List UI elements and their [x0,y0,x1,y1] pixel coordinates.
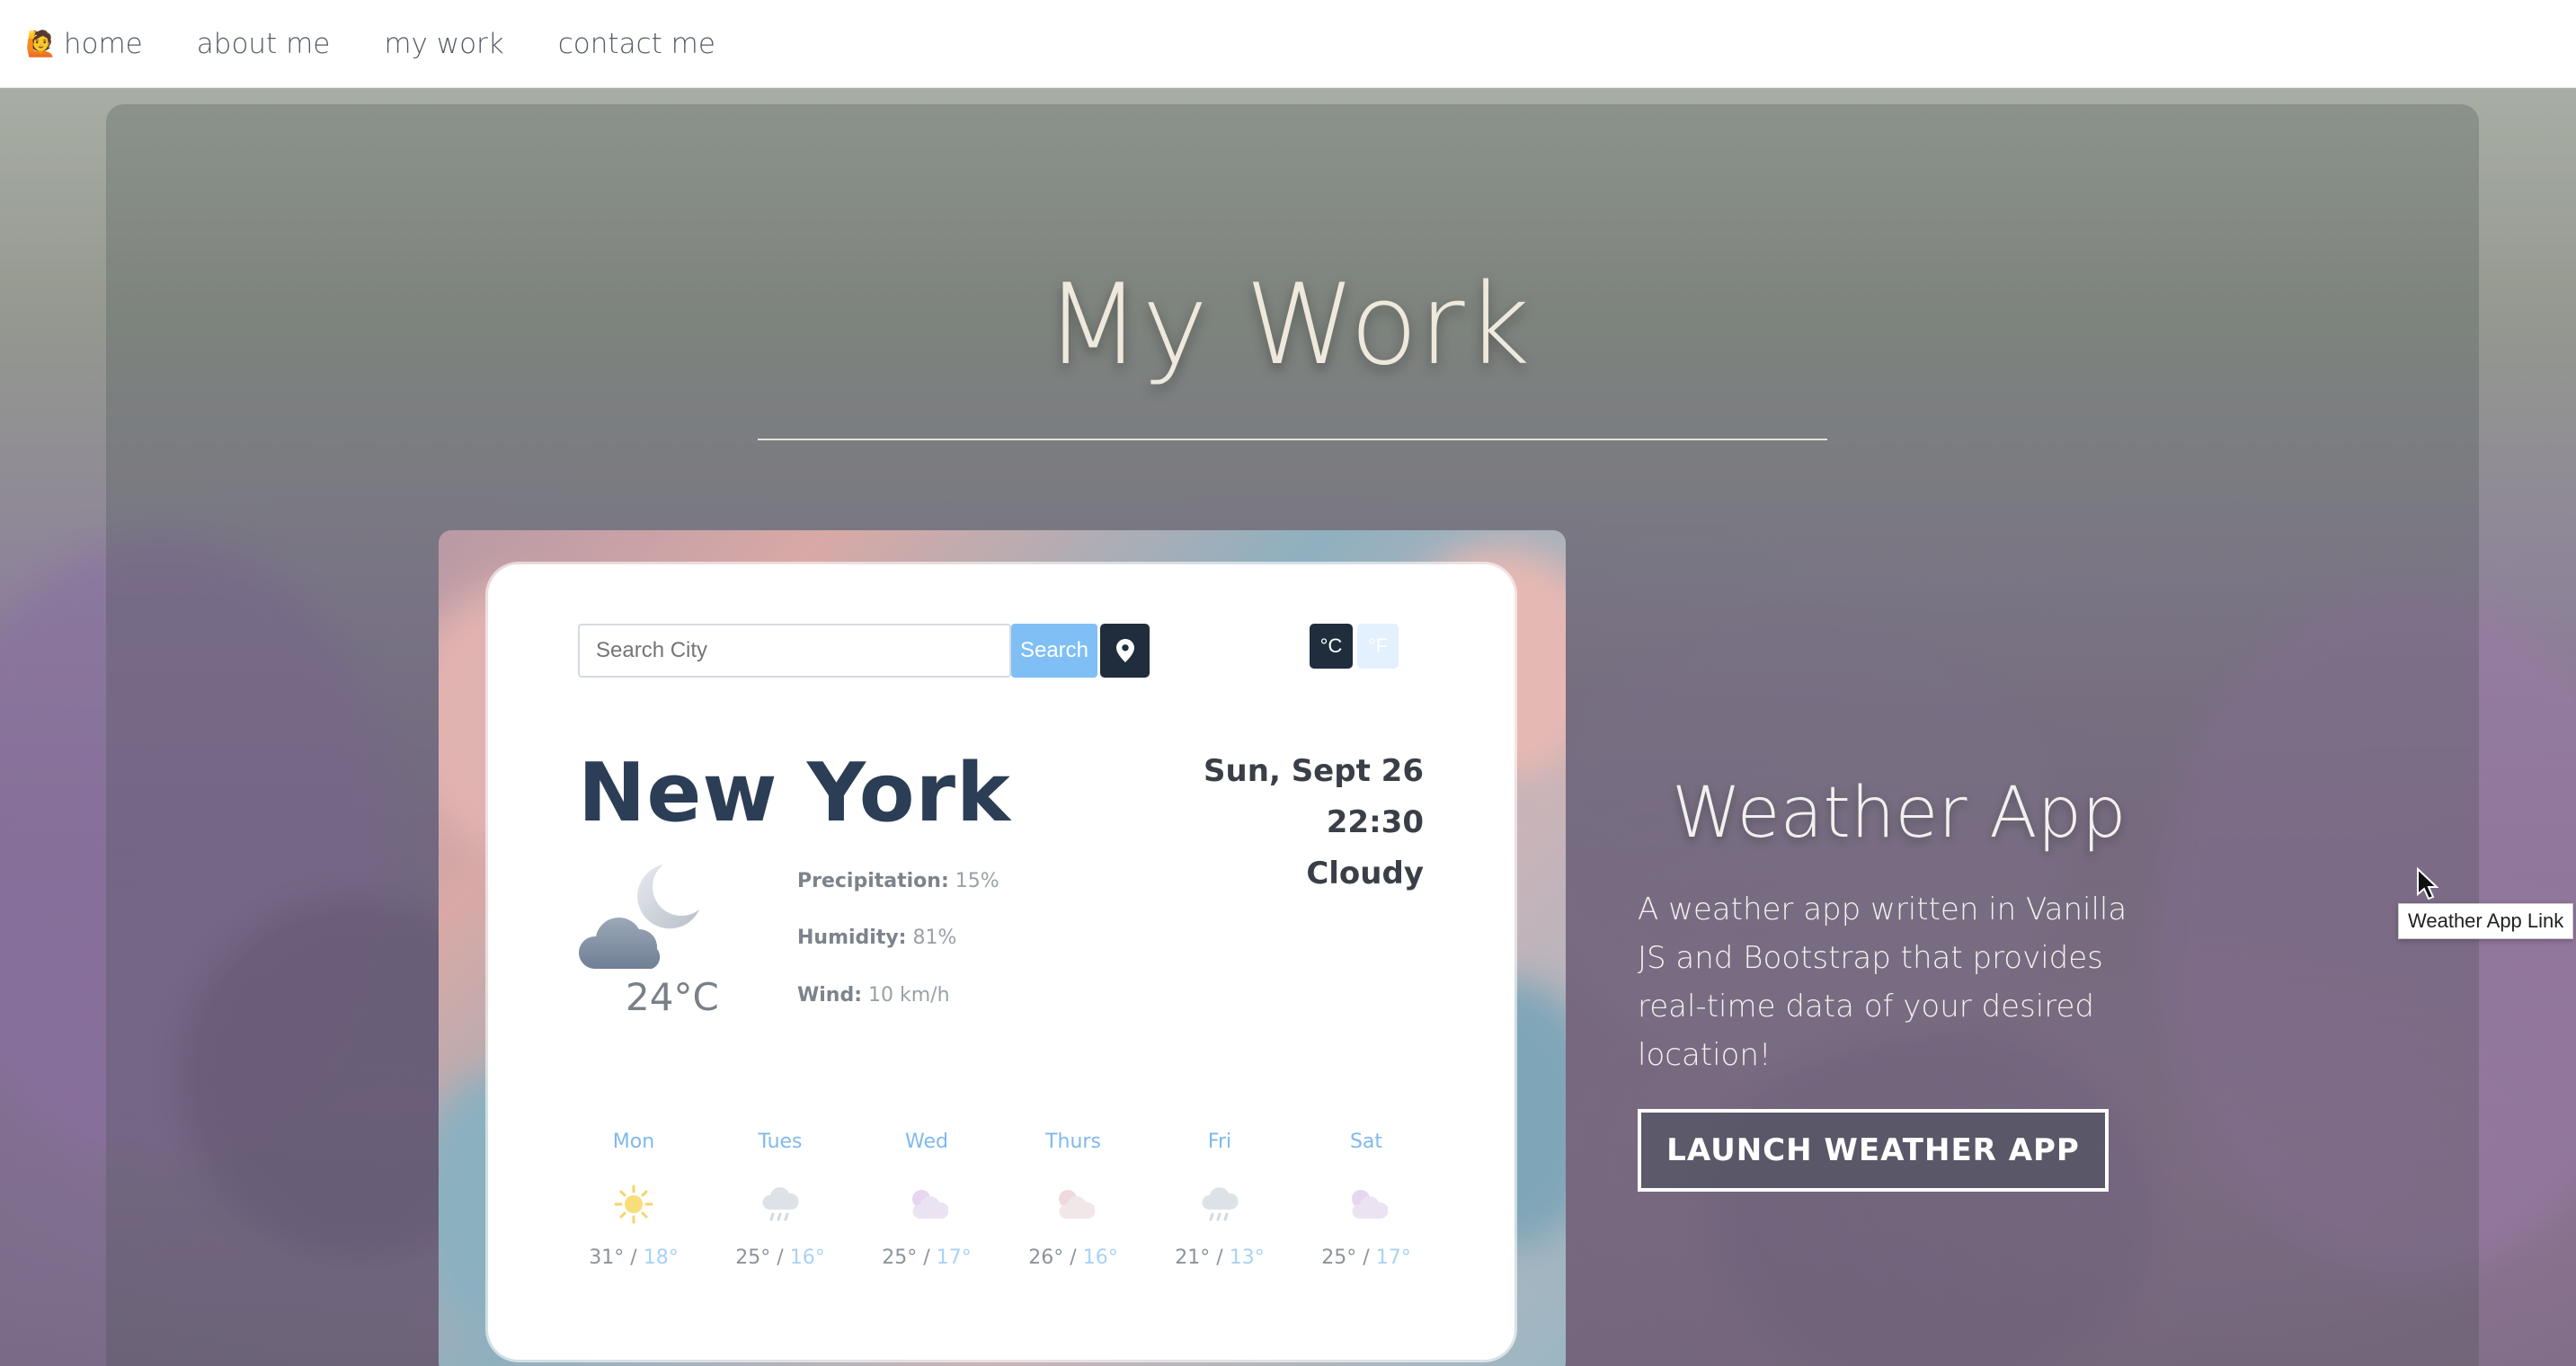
forecast-day-mon: Mon [612,1131,655,1153]
moon-cloud-icon [578,865,699,969]
fahrenheit-toggle[interactable]: °F [1357,624,1399,669]
forecast-icon-tues [726,1184,834,1228]
precipitation-value: 15% [955,870,999,892]
sun-icon [614,1184,653,1224]
humidity-row: Humidity: 81% [797,927,956,949]
precipitation-label: Precipitation: [797,870,949,892]
date-time-block: Sun, Sept 26 22:30 Cloudy [1204,746,1424,900]
forecast-icon-thurs [1019,1184,1127,1228]
forecast-temp-tues: 25° / 16° [735,1246,825,1269]
forecast-day-thurs: Thurs [1045,1131,1101,1153]
forecast-day-wed: Wed [905,1131,948,1153]
forecast-low: 16° [1082,1246,1118,1269]
forecast-low: 17° [1375,1246,1411,1269]
nav-home-label: home [63,27,143,60]
project-description: A weather app written in Vanilla JS and … [1638,891,2127,1073]
partly-cloudy-icon [1352,1190,1388,1219]
forecast-day-sat: Sat [1349,1131,1383,1153]
current-temperature: 24°C [626,975,719,1019]
forecast-low: 13° [1229,1246,1265,1269]
nav-work-link[interactable]: my work [384,28,503,60]
link-tooltip: Weather App Link [2398,903,2574,939]
wind-value: 10 km/h [868,984,950,1007]
location-pin-icon [1115,639,1134,662]
forecast-icon-fri [1166,1184,1274,1228]
date-label: Sun, Sept 26 [1204,753,1424,789]
humidity-label: Humidity: [797,927,907,949]
forecast-temp-sat: 25° / 17° [1321,1246,1411,1269]
title-divider [758,439,1827,440]
nav-home-link[interactable]: 🙋 home [25,28,143,60]
forecast-high: 25° [882,1246,918,1269]
wind-label: Wind: [797,984,863,1007]
project-title: Weather App [1672,773,2127,854]
nav-about-label: about me [196,27,331,60]
city-name: New York [578,746,1011,840]
search-city-input[interactable] [578,624,1011,678]
nav-about-link[interactable]: about me [197,28,331,60]
rain-cloud-icon [762,1187,799,1221]
forecast-day-tues: Tues [758,1131,803,1153]
condition-label: Cloudy [1306,856,1424,891]
wind-row: Wind: 10 km/h [797,984,950,1007]
forecast-low: 18° [643,1246,679,1269]
time-label: 22:30 [1326,804,1424,840]
avatar-emoji-icon: 🙋 [25,29,57,58]
forecast-high: 26° [1028,1246,1064,1269]
mouse-cursor-icon [2417,867,2439,900]
nav-contact-link[interactable]: contact me [558,28,715,60]
forecast-temp-wed: 25° / 17° [882,1246,972,1269]
forecast-temp-thurs: 26° / 16° [1028,1246,1118,1269]
launch-weather-app-button[interactable]: LAUNCH WEATHER APP [1638,1109,2109,1192]
forecast-icon-wed [873,1184,981,1228]
nav-contact-label: contact me [557,27,715,60]
forecast-icon-sat [1312,1184,1420,1228]
nav-work-label: my work [384,27,504,60]
forecast-day-fri: Fri [1207,1131,1232,1153]
humidity-value: 81% [912,927,957,949]
partly-cloudy-icon [1059,1190,1095,1219]
forecast-high: 21° [1175,1246,1211,1269]
forecast-icon-mon [580,1184,688,1228]
forecast-temp-fri: 21° / 13° [1175,1246,1265,1269]
navbar: 🙋 home about me my work contact me [0,0,2576,88]
forecast-low: 17° [936,1246,972,1269]
partly-cloudy-icon [912,1190,948,1219]
precipitation-row: Precipitation: 15% [797,870,999,892]
forecast-temp-mon: 31° / 18° [589,1246,679,1269]
forecast-low: 16° [789,1246,825,1269]
search-button[interactable]: Search [1011,624,1097,678]
page-title: My Work [1044,261,1532,390]
location-button[interactable] [1100,624,1150,678]
forecast-high: 25° [1321,1246,1357,1269]
forecast-high: 25° [735,1246,771,1269]
forecast-high: 31° [589,1246,625,1269]
celsius-toggle[interactable]: °C [1310,624,1353,669]
rain-cloud-icon [1202,1187,1239,1221]
